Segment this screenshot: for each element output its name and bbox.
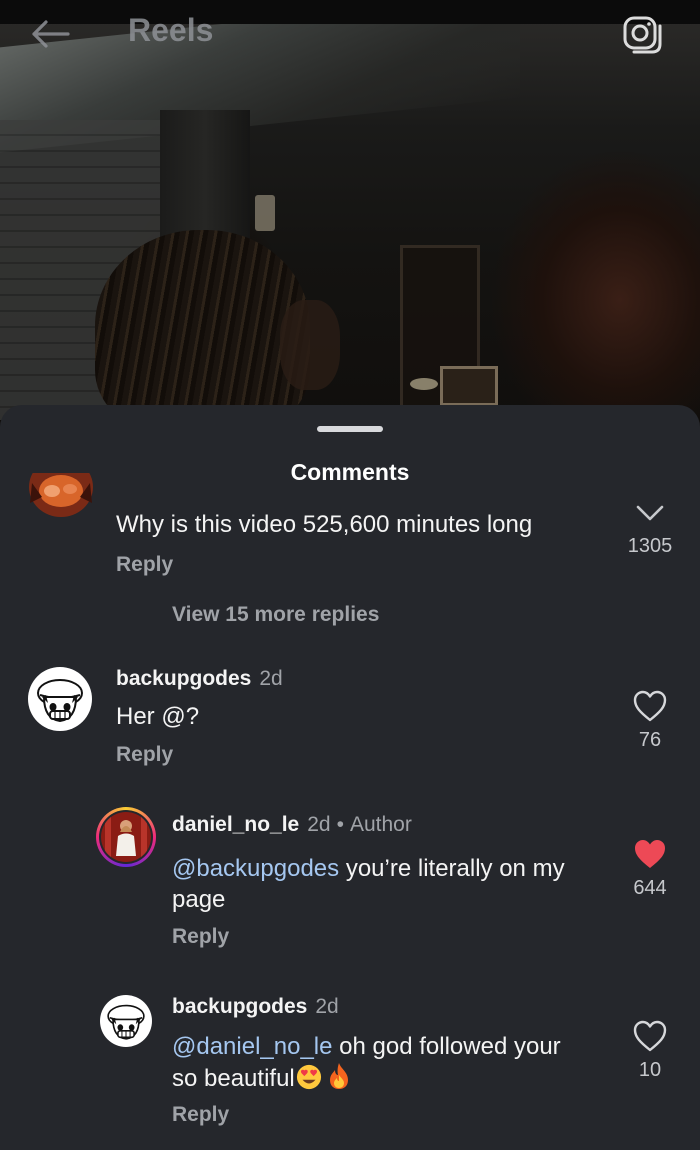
heart-icon bbox=[636, 505, 664, 521]
heart-outline-icon bbox=[633, 690, 667, 722]
avatar[interactable] bbox=[100, 995, 152, 1047]
comment-item: backupgodes 2d Her @? Reply 76 bbox=[0, 663, 700, 783]
mention-link[interactable]: @backupgodes bbox=[172, 855, 339, 882]
like-button[interactable] bbox=[632, 837, 668, 871]
reply-button[interactable]: Reply bbox=[172, 1103, 229, 1127]
video-lamp bbox=[255, 195, 275, 231]
comment-text: Her @? bbox=[116, 703, 200, 730]
camera-icon bbox=[623, 16, 662, 54]
like-button[interactable] bbox=[632, 689, 668, 723]
profile-photo-icon bbox=[101, 812, 151, 862]
username-text[interactable]: backupgodes bbox=[116, 667, 251, 690]
avatar-story-ring[interactable] bbox=[96, 807, 156, 867]
mention-link[interactable]: @daniel_no_le bbox=[172, 1033, 333, 1060]
video-person-hand bbox=[280, 300, 340, 390]
video-sign bbox=[440, 366, 498, 406]
comment-text: Why is this video 525,600 minutes long bbox=[116, 511, 533, 538]
reply-button[interactable]: Reply bbox=[172, 925, 229, 949]
heart-outline-icon bbox=[633, 1020, 667, 1052]
page-title: Reels bbox=[128, 12, 214, 48]
fire-emoji-icon bbox=[327, 1062, 351, 1098]
comment-text-line1: oh god followed your bbox=[332, 1033, 561, 1060]
like-count: 1305 bbox=[627, 535, 673, 557]
comment-reply-item: daniel_no_le 2d • Author @backupgodes you’r… bbox=[0, 805, 700, 965]
author-badge: Author bbox=[349, 813, 412, 836]
video-light-glow bbox=[410, 378, 438, 390]
comment-time: 2d bbox=[307, 813, 331, 836]
like-count: 10 bbox=[638, 1059, 662, 1081]
like-button[interactable] bbox=[632, 497, 668, 521]
comment-username[interactable]: backupgodes 2d bbox=[172, 995, 339, 1019]
separator-dot: • bbox=[336, 813, 344, 836]
back-button[interactable] bbox=[26, 14, 74, 54]
like-count: 76 bbox=[638, 729, 662, 751]
video-person-hair bbox=[95, 230, 310, 430]
comment-username[interactable]: backupgodes 2d bbox=[116, 667, 283, 691]
comment-text-line1: you’re literally on my bbox=[339, 855, 565, 882]
username-text[interactable]: backupgodes bbox=[172, 995, 307, 1018]
reply-button[interactable]: Reply bbox=[116, 743, 173, 767]
like-count: 644 bbox=[633, 877, 667, 899]
comment-text: @daniel_no_le oh god followed your so be… bbox=[172, 1031, 602, 1098]
top-bar: Reels bbox=[0, 0, 700, 65]
arrow-left-icon bbox=[32, 20, 70, 48]
camera-button[interactable] bbox=[620, 12, 666, 54]
comment-reply-item: backupgodes 2d @daniel_no_le oh god follo… bbox=[0, 987, 700, 1147]
drag-handle[interactable] bbox=[317, 426, 383, 432]
sheet-title: Comments bbox=[290, 459, 410, 485]
comments-sheet: Comments Why is this video 525,600 minut… bbox=[0, 405, 700, 1150]
heart-eyes-emoji-icon bbox=[295, 1064, 323, 1098]
luffy-avatar-icon bbox=[107, 1004, 145, 1040]
avatar bbox=[99, 810, 153, 864]
avatar[interactable] bbox=[28, 667, 92, 731]
heart-filled-icon bbox=[635, 840, 665, 868]
comment-username[interactable]: daniel_no_le 2d • Author bbox=[172, 813, 412, 837]
comment-text-line2: page bbox=[172, 886, 226, 913]
view-more-replies[interactable]: View 15 more replies bbox=[172, 603, 379, 627]
status-bar bbox=[0, 0, 700, 24]
comment-time: 2d bbox=[259, 667, 283, 690]
luffy-avatar-icon bbox=[37, 679, 83, 723]
like-button[interactable] bbox=[632, 1019, 668, 1053]
comment-text: @backupgodes you’re literally on my page bbox=[172, 853, 602, 915]
comment-time: 2d bbox=[315, 995, 339, 1018]
comment-item: Why is this video 525,600 minutes long R… bbox=[0, 473, 700, 643]
reply-button[interactable]: Reply bbox=[116, 553, 173, 577]
username-text[interactable]: daniel_no_le bbox=[172, 813, 299, 836]
comment-text-line2: so beautiful bbox=[172, 1065, 295, 1092]
avatar[interactable] bbox=[28, 473, 94, 525]
